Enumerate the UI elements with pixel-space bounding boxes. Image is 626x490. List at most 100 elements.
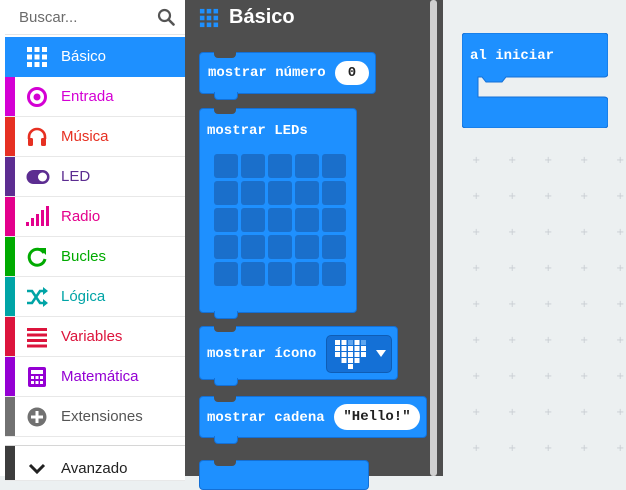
led-cell[interactable] <box>214 181 238 205</box>
led-cell[interactable] <box>268 154 292 178</box>
led-cell[interactable] <box>322 235 346 259</box>
search-input[interactable] <box>19 6 139 28</box>
block-on-start[interactable]: al iniciar <box>462 33 608 128</box>
category-label: LED <box>61 168 91 185</box>
plus-circle-icon <box>26 406 48 428</box>
icon-picker[interactable] <box>326 335 392 373</box>
dropdown-arrow-icon <box>376 350 386 357</box>
category-label: Bucles <box>61 248 107 265</box>
category-color-stripe <box>5 446 15 480</box>
category-basico[interactable]: Básico <box>5 37 185 77</box>
block-label: mostrar LEDs <box>207 123 308 139</box>
list-lines-icon <box>26 326 48 348</box>
led-cell[interactable] <box>241 208 265 232</box>
led-cell[interactable] <box>268 262 292 286</box>
block-label: mostrar cadena <box>207 410 325 426</box>
block-show-icon[interactable]: mostrar ícono <box>199 326 398 386</box>
block-tab <box>214 378 238 386</box>
category-label: Extensiones <box>61 408 143 425</box>
block-tab <box>214 92 238 100</box>
led-cell[interactable] <box>241 235 265 259</box>
category-radio[interactable]: Radio <box>5 197 185 237</box>
category-color-stripe <box>5 397 15 436</box>
grid-icon <box>26 46 48 68</box>
block-partial[interactable] <box>199 460 369 490</box>
category-extensiones[interactable]: Extensiones <box>5 397 185 437</box>
led-cell[interactable] <box>268 208 292 232</box>
block-notch <box>214 108 236 114</box>
target-icon <box>26 86 48 108</box>
block-show-leds[interactable]: mostrar LEDs <box>199 108 357 319</box>
category-color-stripe <box>5 157 15 196</box>
category-led[interactable]: LED <box>5 157 185 197</box>
led-cell[interactable] <box>295 235 319 259</box>
calculator-icon <box>26 366 48 388</box>
led-cell[interactable] <box>295 262 319 286</box>
led-cell[interactable] <box>241 262 265 286</box>
flyout-scrollbar[interactable] <box>430 0 437 476</box>
block-show-number[interactable]: mostrar número 0 <box>199 52 376 100</box>
block-label: mostrar ícono <box>207 346 317 362</box>
heart-icon <box>335 340 366 369</box>
category-label: Variables <box>61 328 123 345</box>
category-label: Entrada <box>61 88 114 105</box>
search-icon[interactable] <box>157 8 175 26</box>
category-bucles[interactable]: Bucles <box>5 237 185 277</box>
string-input[interactable]: "Hello!" <box>334 404 420 430</box>
led-cell[interactable] <box>241 154 265 178</box>
category-color-stripe <box>5 277 15 316</box>
block-tab <box>214 311 238 319</box>
led-cell[interactable] <box>295 181 319 205</box>
led-cell[interactable] <box>214 235 238 259</box>
category-label: Radio <box>61 208 101 225</box>
block-tab <box>214 436 238 444</box>
block-notch <box>214 396 236 402</box>
led-cell[interactable] <box>322 208 346 232</box>
category-label: Lógica <box>61 288 106 305</box>
category-color-stripe <box>5 117 15 156</box>
led-cell[interactable] <box>295 154 319 178</box>
category-color-stripe <box>5 77 15 116</box>
led-cell[interactable] <box>214 262 238 286</box>
led-cell[interactable] <box>214 154 238 178</box>
category-logica[interactable]: Lógica <box>5 277 185 317</box>
flyout-title: Básico <box>229 6 295 28</box>
refresh-icon <box>26 246 48 268</box>
category-musica[interactable]: Música <box>5 117 185 157</box>
block-label: mostrar número <box>208 65 326 81</box>
category-color-stripe <box>5 197 15 236</box>
block-notch <box>214 326 236 332</box>
category-label: Básico <box>61 48 107 65</box>
led-cell[interactable] <box>322 181 346 205</box>
category-variables[interactable]: Variables <box>5 317 185 357</box>
block-label: al iniciar <box>470 48 555 64</box>
category-color-stripe <box>5 357 15 396</box>
led-cell[interactable] <box>322 154 346 178</box>
category-entrada[interactable]: Entrada <box>5 77 185 117</box>
led-matrix <box>214 154 354 286</box>
led-cell[interactable] <box>268 181 292 205</box>
grid-icon <box>199 8 219 28</box>
category-label: Matemática <box>61 368 139 385</box>
block-show-string[interactable]: mostrar cadena "Hello!" <box>199 396 427 444</box>
led-cell[interactable] <box>295 208 319 232</box>
shuffle-icon <box>26 286 48 308</box>
toggle-icon <box>26 166 50 188</box>
number-input[interactable]: 0 <box>335 61 369 85</box>
signal-bars-icon <box>26 206 49 228</box>
category-color-stripe <box>5 237 15 276</box>
category-label: Avanzado <box>61 460 128 477</box>
led-cell[interactable] <box>214 208 238 232</box>
block-notch <box>214 460 236 466</box>
headphones-icon <box>26 126 48 148</box>
led-cell[interactable] <box>241 181 265 205</box>
led-cell[interactable] <box>322 262 346 286</box>
category-label: Música <box>61 128 109 145</box>
block-notch <box>214 52 236 58</box>
category-color-stripe <box>5 317 15 356</box>
led-cell[interactable] <box>268 235 292 259</box>
chevron-down-icon <box>26 458 48 480</box>
toolbox-sidebar: Básico Entrada Música LED Radio Buc <box>0 0 186 481</box>
category-matematica[interactable]: Matemática <box>5 357 185 397</box>
block-flyout: Básico mostrar número 0 mostrar LEDs mos… <box>185 0 443 490</box>
